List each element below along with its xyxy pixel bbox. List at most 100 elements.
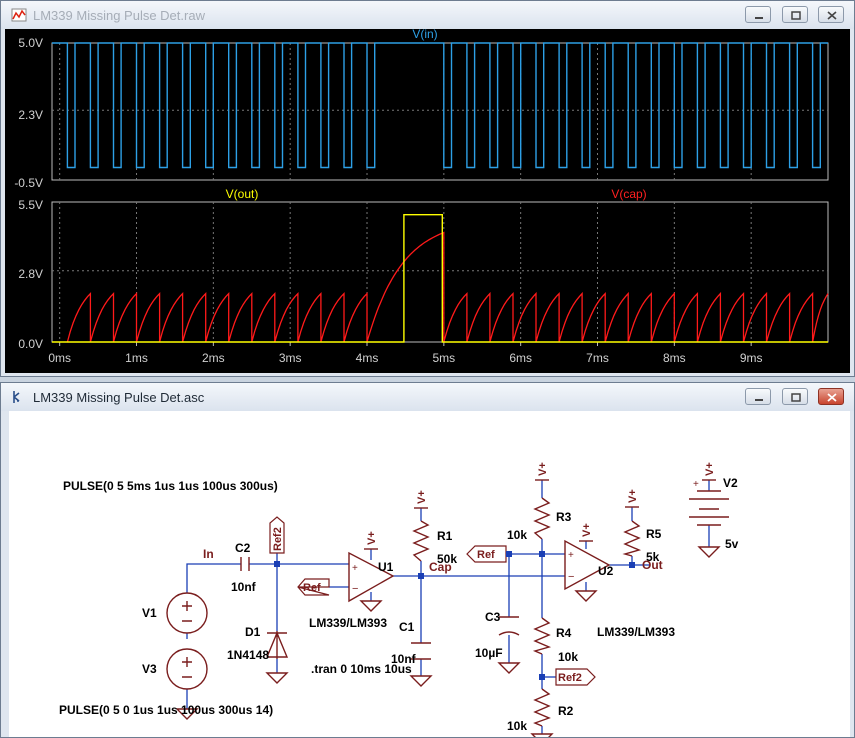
c3-value: 10µF [475, 646, 503, 660]
x-tick-label: 2ms [202, 351, 225, 365]
minimize-icon [755, 17, 763, 19]
u2-plus-sign: + [568, 550, 574, 561]
x-tick-label: 4ms [356, 351, 379, 365]
schematic-canvas[interactable]: + − + − + V+ V+ V+ V+ V+ V+ Ref2 Ref Ref… [9, 411, 850, 737]
minimize-button[interactable] [745, 6, 771, 23]
r5-label: R5 [646, 527, 662, 541]
v3-pulse-spec[interactable]: PULSE(0 5 0 1us 1us 100us 300us 14) [59, 703, 273, 717]
c3-capacitor[interactable] [498, 616, 520, 636]
r2-resistor[interactable] [533, 688, 551, 727]
restore-icon [791, 11, 801, 20]
trace-label-vcap[interactable]: V(cap) [611, 187, 646, 201]
v1-label: V1 [142, 606, 157, 620]
x-tick-label: 0ms [48, 351, 71, 365]
bottom-pane-frame [51, 201, 829, 343]
top-pane-grid [52, 43, 828, 180]
x-tick-label: 8ms [663, 351, 686, 365]
ref-label-u1: Ref [303, 582, 321, 594]
close-icon [827, 11, 837, 20]
u1-plus-sign: + [352, 563, 358, 574]
y-tick-label: 0.0V [18, 337, 43, 351]
schematic-window-title: LM339 Missing Pulse Det.asc [33, 390, 205, 405]
c2-capacitor[interactable] [240, 557, 250, 571]
u2-minus-sign: − [568, 571, 574, 583]
trace-vin[interactable] [52, 42, 828, 169]
r4-label: R4 [556, 626, 572, 640]
x-tick-label: 9ms [740, 351, 763, 365]
r1-label: R1 [437, 529, 453, 543]
r3-label: R3 [556, 510, 572, 524]
net-label-out: Out [642, 558, 663, 572]
r3-resistor[interactable] [533, 497, 551, 540]
vplus-flag-r5: V+ [627, 489, 639, 503]
minimize-icon [755, 399, 763, 401]
trace-group [52, 42, 829, 343]
v2-value: 5v [725, 537, 739, 551]
close-button[interactable] [818, 6, 844, 23]
r5-resistor[interactable] [622, 520, 642, 557]
x-tick-label: 5ms [433, 351, 456, 365]
waveform-plot-area[interactable]: V(in) V(out) V(cap) 5.0V 2.3V -0.5V 5.5V… [5, 27, 850, 373]
x-tick-label: 7ms [586, 351, 609, 365]
x-tick-label: 6ms [509, 351, 532, 365]
v2-plus-sign: + [693, 479, 699, 490]
y-tick-label: 5.0V [18, 36, 43, 50]
schematic-titlebar[interactable]: LM339 Missing Pulse Det.asc [1, 383, 854, 411]
waveform-plot[interactable]: V(in) V(out) V(cap) 5.0V 2.3V -0.5V 5.5V… [5, 27, 850, 373]
net-label-in: In [203, 547, 214, 561]
restore-button[interactable] [782, 6, 808, 23]
v3-label: V3 [142, 662, 157, 676]
components [166, 490, 729, 727]
waveform-window: LM339 Missing Pulse Det.raw V(in) V(out)… [0, 0, 855, 377]
r2-label: R2 [558, 704, 574, 718]
ref2-label-divider: Ref2 [558, 672, 582, 684]
top-pane-frame [51, 42, 829, 181]
v2-battery[interactable] [689, 490, 729, 526]
restore-button[interactable] [782, 388, 808, 405]
vplus-flag-u1: V+ [366, 531, 378, 545]
c1-label: C1 [399, 620, 415, 634]
v1-pulse-spec[interactable]: PULSE(0 5 5ms 1us 1us 100us 300us) [63, 479, 278, 493]
schematic-window: LM339 Missing Pulse Det.asc + − + − + V+… [0, 382, 855, 738]
trace-label-vout[interactable]: V(out) [226, 187, 259, 201]
u1-label: U1 [378, 560, 394, 574]
vplus-flag-r3: V+ [537, 462, 549, 476]
c2-value: 10nf [231, 580, 257, 594]
waveform-app-icon [11, 8, 27, 22]
u2-model: LM339/LM393 [597, 625, 675, 639]
bottom-pane-grid [52, 202, 828, 342]
restore-icon [791, 393, 801, 402]
vplus-flag-v2: V+ [704, 462, 716, 476]
net-flags [269, 516, 596, 686]
schematic-app-icon [13, 391, 20, 403]
d1-diode[interactable] [266, 631, 289, 659]
schematic-drawing[interactable]: + − + − + V+ V+ V+ V+ V+ V+ Ref2 Ref Ref… [9, 411, 850, 737]
close-button[interactable] [818, 388, 844, 405]
r4-value: 10k [558, 650, 578, 664]
u2-label: U2 [598, 564, 614, 578]
vplus-flag-u2: V+ [581, 523, 593, 537]
r4-resistor[interactable] [532, 617, 552, 655]
minimize-button[interactable] [745, 388, 771, 405]
trace-label-vin[interactable]: V(in) [412, 27, 437, 41]
v1-source[interactable] [166, 592, 208, 634]
waveform-window-title: LM339 Missing Pulse Det.raw [33, 8, 205, 23]
trace-vcap[interactable] [66, 231, 829, 343]
vplus-flag-r1: V+ [416, 490, 428, 504]
v2-label: V2 [723, 476, 738, 490]
y-tick-label: 2.3V [18, 108, 43, 122]
r1-resistor[interactable] [412, 520, 430, 562]
c3-label: C3 [485, 610, 501, 624]
y-tick-label: 2.8V [18, 267, 43, 281]
u1-minus-sign: − [352, 583, 358, 595]
wires [186, 480, 710, 734]
c2-label: C2 [235, 541, 251, 555]
v3-source[interactable] [166, 648, 208, 690]
waveform-titlebar[interactable]: LM339 Missing Pulse Det.raw [1, 1, 854, 29]
ref2-label-top: Ref2 [272, 527, 284, 551]
c1-value: 10nf [391, 652, 417, 666]
u1-model: LM339/LM393 [309, 616, 387, 630]
d1-label: D1 [245, 625, 261, 639]
y-tick-label: 5.5V [18, 198, 43, 212]
r2-value: 10k [507, 719, 527, 733]
